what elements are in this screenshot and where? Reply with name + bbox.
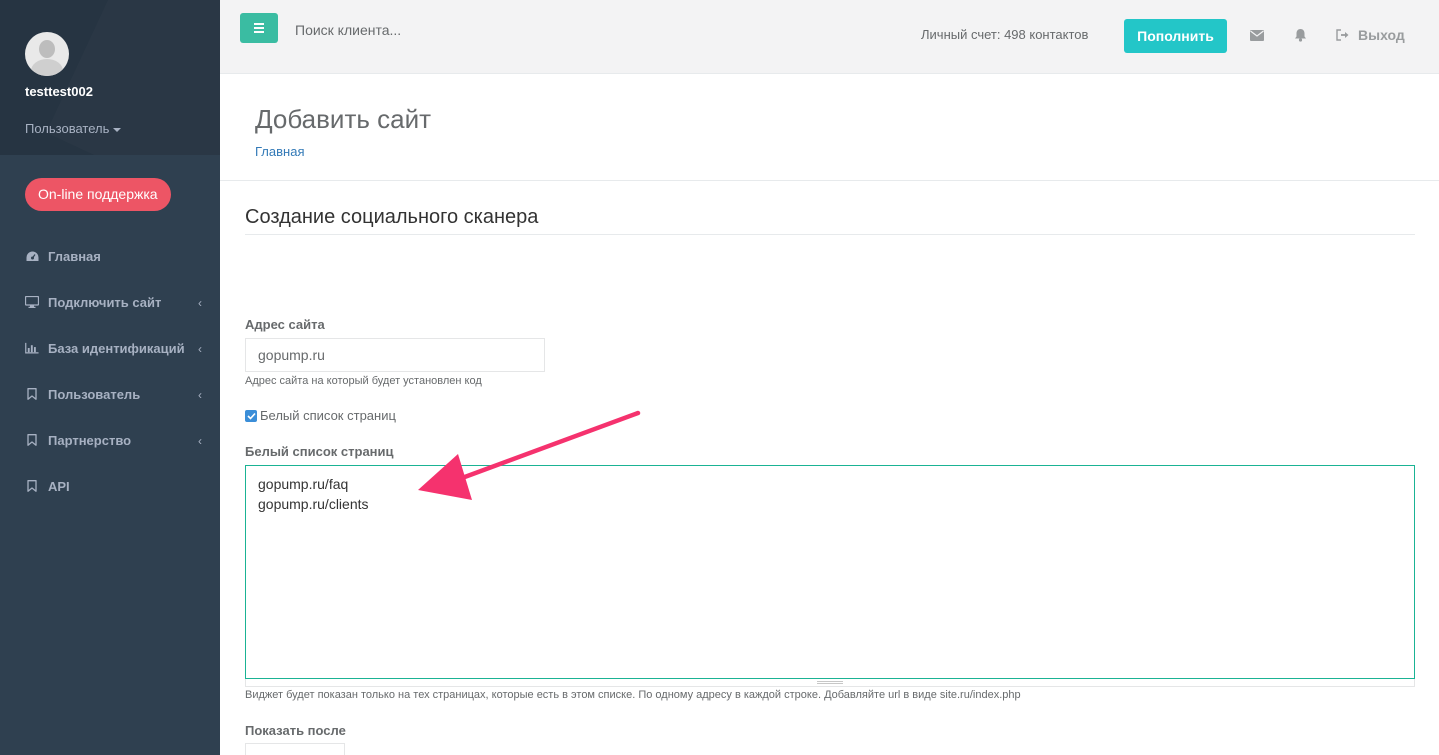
- support-wrap: On-line поддержка: [0, 155, 220, 233]
- chevron-left-icon: ‹: [198, 388, 202, 402]
- account-balance: Личный счет: 498 контактов: [921, 27, 1089, 42]
- hamburger-icon-line: [254, 23, 264, 25]
- sidebar: testtest002 Пользователь On-line поддерж…: [0, 0, 220, 755]
- sidebar-item-label: Партнерство: [48, 432, 132, 448]
- sidebar-item-identification-base[interactable]: База идентификаций ‹: [0, 325, 220, 371]
- whitelist-help: Виджет будет показан только на тех стран…: [245, 689, 1021, 701]
- site-address-help: Адрес сайта на который будет установлен …: [245, 375, 482, 387]
- avatar-head-shape: [39, 40, 55, 58]
- show-after-input[interactable]: [245, 743, 345, 755]
- topup-button[interactable]: Пополнить: [1124, 19, 1227, 53]
- profile-username: testtest002: [25, 84, 93, 99]
- whitelist-textarea[interactable]: gopump.ru/faq gopump.ru/clients: [245, 465, 1415, 679]
- sign-out-icon: [1336, 29, 1349, 41]
- bar-chart-icon: [25, 342, 39, 354]
- online-support-button[interactable]: On-line поддержка: [25, 178, 171, 211]
- chevron-left-icon: ‹: [198, 296, 202, 310]
- whitelist-checkbox-label: Белый список страниц: [260, 408, 396, 423]
- menu-toggle-button[interactable]: [240, 13, 278, 43]
- hamburger-icon-line: [254, 31, 264, 33]
- site-address-input[interactable]: [245, 338, 545, 372]
- bookmark-icon: [25, 480, 39, 492]
- sidebar-item-label: API: [48, 478, 70, 494]
- show-after-label: Показать после: [245, 723, 346, 738]
- chevron-left-icon: ‹: [198, 342, 202, 356]
- sidebar-item-user[interactable]: Пользователь ‹: [0, 371, 220, 417]
- bookmark-icon: [25, 388, 39, 400]
- page-title: Добавить сайт: [255, 104, 432, 134]
- checkmark-icon: [246, 412, 256, 420]
- chevron-left-icon: ‹: [198, 434, 202, 448]
- avatar-body-shape: [31, 59, 63, 76]
- avatar[interactable]: [25, 32, 69, 76]
- whitelist-label: Белый список страниц: [245, 444, 394, 459]
- top-navbar: Личный счет: 498 контактов Пополнить Вых…: [220, 0, 1439, 74]
- whitelist-checkbox-row[interactable]: Белый список страниц: [245, 408, 1415, 423]
- logout-link[interactable]: Выход: [1336, 27, 1405, 43]
- section-title: Создание социального сканера: [245, 205, 1415, 235]
- logout-label: Выход: [1358, 27, 1405, 43]
- sidebar-item-home[interactable]: Главная: [0, 233, 220, 279]
- sidebar-item-connect-site[interactable]: Подключить сайт ‹: [0, 279, 220, 325]
- profile-panel: testtest002 Пользователь: [0, 0, 220, 155]
- sidebar-item-label: База идентификаций: [48, 340, 185, 356]
- site-address-label: Адрес сайта: [245, 317, 325, 332]
- caret-down-icon: [113, 127, 122, 132]
- sidebar-item-api[interactable]: API: [0, 463, 220, 509]
- sidebar-item-label: Главная: [48, 248, 101, 264]
- desktop-icon: [25, 296, 39, 308]
- hamburger-icon-line: [254, 27, 264, 29]
- bookmark-icon: [25, 434, 39, 446]
- dashboard-icon: [25, 250, 39, 262]
- whitelist-checkbox[interactable]: [245, 409, 257, 422]
- sidebar-item-label: Пользователь: [48, 386, 141, 402]
- profile-role-dropdown[interactable]: Пользователь: [25, 121, 220, 136]
- main-content: Создание социального сканера Адрес сайта…: [220, 181, 1439, 755]
- sidebar-item-partnership[interactable]: Партнерство ‹: [0, 417, 220, 463]
- textarea-resize-grip[interactable]: [245, 679, 1415, 687]
- breadcrumb-home-link[interactable]: Главная: [255, 144, 304, 159]
- sidebar-item-label: Подключить сайт: [48, 294, 162, 310]
- profile-role-label: Пользователь: [25, 121, 110, 136]
- client-search-input[interactable]: [295, 20, 595, 40]
- bell-icon[interactable]: [1292, 27, 1308, 43]
- page-heading: Добавить сайт Главная: [220, 74, 1439, 181]
- envelope-icon[interactable]: [1249, 27, 1265, 43]
- grip-lines-icon: [817, 681, 843, 684]
